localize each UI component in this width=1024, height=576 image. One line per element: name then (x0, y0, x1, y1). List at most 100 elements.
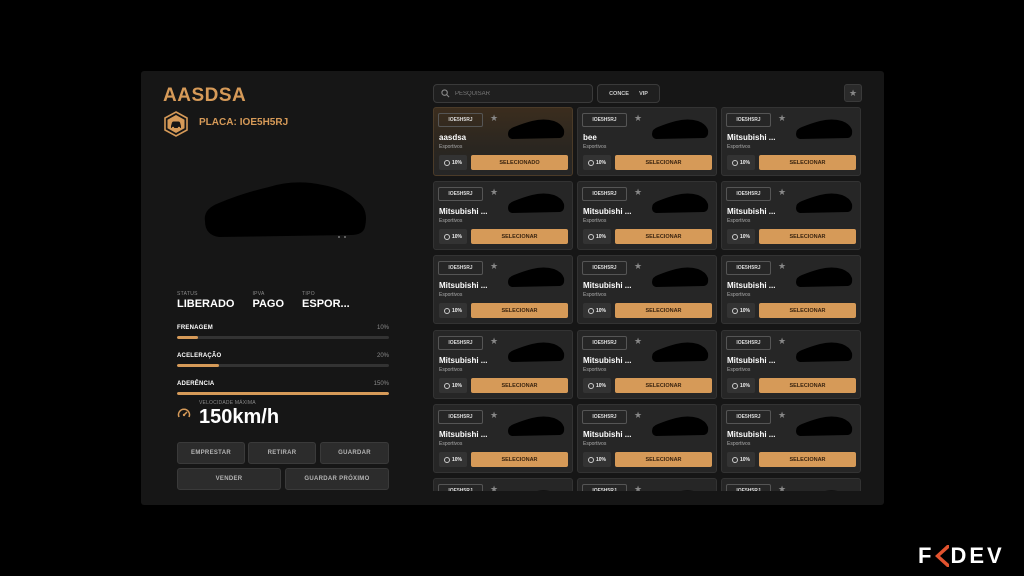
star-icon[interactable]: ★ (490, 484, 498, 491)
select-button[interactable]: SELECIONAR (759, 452, 856, 467)
vehicle-name: Mitsubishi ... (583, 356, 632, 365)
vehicle-category: Esportivos (583, 144, 607, 150)
star-icon[interactable]: ★ (634, 113, 642, 124)
select-button[interactable]: SELECIONAR (615, 303, 712, 318)
vender-button[interactable]: VENDER (177, 468, 281, 490)
star-icon[interactable]: ★ (634, 261, 642, 272)
filter-conce[interactable]: CONCE (609, 91, 629, 97)
select-button[interactable]: SELECIONAR (615, 229, 712, 244)
star-icon[interactable]: ★ (490, 410, 498, 421)
badge-icon (443, 233, 450, 240)
plate-tag: IOE5H5RJ (582, 187, 627, 201)
select-button[interactable]: SELECIONAR (759, 229, 856, 244)
star-icon[interactable]: ★ (490, 187, 498, 198)
star-icon[interactable]: ★ (778, 113, 786, 124)
select-button[interactable]: SELECIONAR (471, 378, 568, 393)
vehicle-card[interactable]: IOE5H5RJ ★ Mitsubishi ... Esportivos 10% SELE… (721, 330, 861, 399)
car-silhouette (681, 490, 694, 491)
select-button[interactable]: SELECIONAR (759, 303, 856, 318)
logo-left: F (918, 543, 935, 568)
plate-label-text: PLACA: (199, 117, 237, 128)
select-button[interactable]: SELECIONADO (471, 155, 568, 170)
tax-badge: 10% (727, 378, 755, 393)
guardar-button[interactable]: GUARDAR (320, 442, 389, 464)
vehicle-card[interactable]: IOE5H5RJ ★ Mitsubishi ... Esportivos 10% SELE… (433, 404, 573, 473)
vehicle-card[interactable]: IOE5H5RJ ★ aasdsa Esportivos 10% SELECIONADO (433, 107, 573, 176)
select-button[interactable]: SELECIONAR (471, 452, 568, 467)
badge-value: 10% (739, 456, 750, 463)
star-icon[interactable]: ★ (634, 336, 642, 347)
vehicle-card[interactable]: IOE5H5RJ ★ (577, 478, 717, 491)
star-icon[interactable]: ★ (490, 336, 498, 347)
plate-tag: IOE5H5RJ (438, 484, 483, 491)
badge-value: 10% (595, 233, 606, 240)
vehicle-category: Esportivos (727, 292, 751, 298)
star-icon[interactable]: ★ (778, 336, 786, 347)
star-icon[interactable]: ★ (490, 261, 498, 272)
vehicle-card[interactable]: IOE5H5RJ ★ Mitsubishi ... Esportivos 10% SELE… (577, 404, 717, 473)
car-silhouette (652, 416, 709, 436)
star-icon[interactable]: ★ (490, 113, 498, 124)
stat-tipo: TIPO ESPOR... (302, 291, 350, 310)
bar-fill (177, 364, 220, 367)
car-silhouette (508, 119, 565, 139)
select-button[interactable]: SELECIONAR (615, 378, 712, 393)
star-icon[interactable]: ★ (778, 484, 786, 491)
vehicle-category: Esportivos (727, 441, 751, 447)
star-icon[interactable]: ★ (634, 484, 642, 491)
select-button[interactable]: SELECIONAR (471, 303, 568, 318)
badge-value: 10% (595, 159, 606, 166)
vehicle-card[interactable]: IOE5H5RJ ★ Mitsubishi ... Esportivos 10% SELE… (577, 255, 717, 324)
emprestar-button[interactable]: EMPRESTAR (177, 442, 245, 464)
car-hexagon-icon (164, 111, 188, 137)
select-button[interactable]: SELECIONAR (615, 452, 712, 467)
vehicle-name: Mitsubishi ... (727, 133, 776, 142)
vehicle-category: Esportivos (583, 292, 607, 298)
vehicle-card[interactable]: IOE5H5RJ ★ Mitsubishi ... Esportivos 10% SELE… (721, 255, 861, 324)
vehicle-category: Esportivos (439, 144, 463, 150)
vehicle-card[interactable]: IOE5H5RJ ★ Mitsubishi ... Esportivos 10% SELE… (433, 330, 573, 399)
star-icon[interactable]: ★ (778, 187, 786, 198)
plate-tag: IOE5H5RJ (726, 187, 771, 201)
vehicle-card[interactable]: IOE5H5RJ ★ Mitsubishi ... Esportivos 10% SELE… (433, 255, 573, 324)
star-icon[interactable]: ★ (778, 410, 786, 421)
vehicle-card[interactable]: IOE5H5RJ ★ Mitsubishi ... Esportivos 10% SELE… (721, 107, 861, 176)
star-icon[interactable]: ★ (634, 410, 642, 421)
badge-icon (443, 159, 450, 166)
vehicle-card[interactable]: IOE5H5RJ ★ Mitsubishi ... Esportivos 10% SELE… (577, 181, 717, 250)
star-icon[interactable]: ★ (634, 187, 642, 198)
car-silhouette (508, 193, 565, 213)
logo-right: DEV (950, 543, 1005, 568)
bar-percent: 10% (376, 325, 389, 331)
favorites-filter-button[interactable]: ★ (844, 84, 862, 102)
vehicle-name: aasdsa (439, 133, 467, 142)
vehicle-name: Mitsubishi ... (439, 207, 488, 216)
vehicle-card[interactable]: IOE5H5RJ ★ Mitsubishi ... Esportivos 10% SELE… (433, 181, 573, 250)
badge-value: 10% (739, 159, 750, 166)
vehicle-card[interactable]: IOE5H5RJ ★ (721, 478, 861, 491)
star-icon[interactable]: ★ (778, 261, 786, 272)
car-silhouette (825, 490, 838, 491)
select-button[interactable]: SELECIONAR (615, 155, 712, 170)
vehicle-card[interactable]: IOE5H5RJ ★ Mitsubishi ... Esportivos 10% SELE… (721, 404, 861, 473)
select-button[interactable]: SELECIONAR (759, 378, 856, 393)
stat-value: ESPOR... (302, 298, 350, 310)
plate-tag: IOE5H5RJ (582, 410, 627, 424)
vehicle-name: Mitsubishi ... (727, 281, 776, 290)
vehicle-category: Esportivos (727, 144, 751, 150)
badge-value: 10% (451, 159, 462, 166)
retirar-button[interactable]: RETIRAR (248, 442, 316, 464)
filter-vip[interactable]: VIP (639, 91, 648, 97)
search-input[interactable] (455, 90, 585, 97)
vehicle-name: Mitsubishi ... (439, 281, 488, 290)
plate-tag: IOE5H5RJ (726, 336, 771, 350)
vehicle-card[interactable]: IOE5H5RJ ★ bee Esportivos 10% SELECIONAR (577, 107, 717, 176)
select-button[interactable]: SELECIONAR (759, 155, 856, 170)
vehicle-card[interactable]: IOE5H5RJ ★ Mitsubishi ... Esportivos 10% SELE… (721, 181, 861, 250)
vehicle-card[interactable]: IOE5H5RJ ★ (433, 478, 573, 491)
search-bar[interactable] (433, 84, 593, 103)
select-button[interactable]: SELECIONAR (471, 229, 568, 244)
guardar-proximo-button[interactable]: GUARDAR PRÓXIMO (285, 468, 389, 490)
bar-aderencia: ADERÊNCIA 150% (177, 378, 389, 395)
vehicle-card[interactable]: IOE5H5RJ ★ Mitsubishi ... Esportivos 10% SELE… (577, 330, 717, 399)
